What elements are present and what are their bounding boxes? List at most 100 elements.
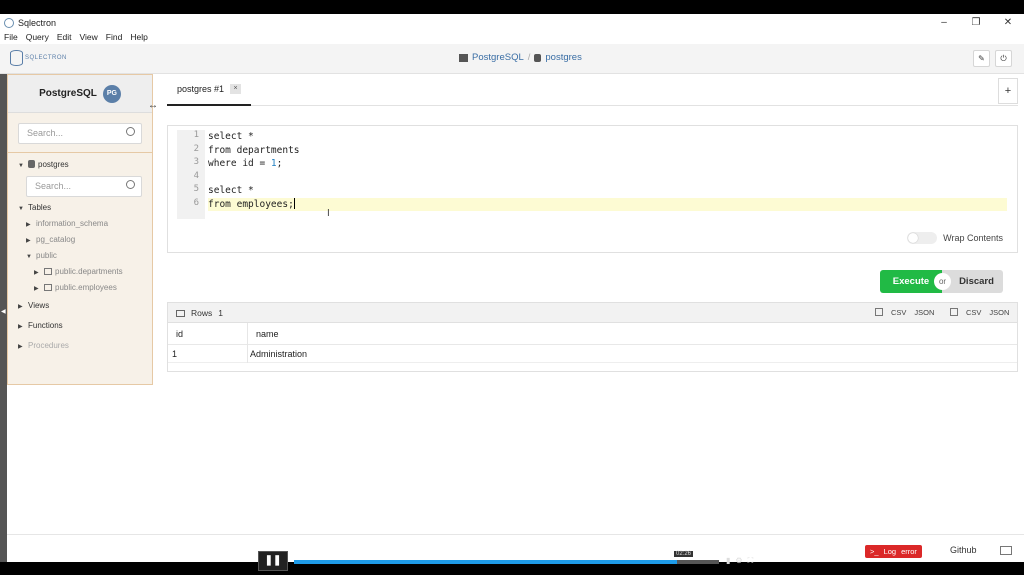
tree-item-table[interactable]: ▶ public.employees bbox=[8, 280, 152, 296]
search-icon bbox=[126, 180, 135, 189]
execute-button[interactable]: Execute bbox=[880, 270, 942, 293]
minimize-button[interactable]: – bbox=[928, 14, 960, 31]
power-icon: ⏻ bbox=[1000, 54, 1007, 63]
settings-icon[interactable]: ⚙ bbox=[735, 556, 742, 566]
discard-button[interactable]: Discard bbox=[942, 270, 1003, 293]
breadcrumb-database[interactable]: postgres bbox=[545, 52, 581, 63]
database-tree: ▼ postgres Search... ▼ Tables ▶ information… bbox=[8, 152, 152, 354]
cell-name[interactable]: Administration bbox=[248, 345, 1019, 363]
tab-query[interactable]: postgres #1 × bbox=[167, 74, 252, 106]
line-number: 3 bbox=[177, 157, 205, 171]
code-line: from departments bbox=[208, 144, 300, 156]
tab-label: postgres #1 bbox=[177, 84, 225, 94]
sidebar-search-input[interactable]: Search... bbox=[18, 123, 142, 144]
menu-file[interactable]: File bbox=[0, 31, 22, 44]
video-time: 02:26 bbox=[674, 551, 694, 557]
video-progress-bar[interactable] bbox=[294, 560, 719, 564]
line-number: 1 bbox=[177, 130, 205, 144]
tree-item-schema[interactable]: ▶ pg_catalog bbox=[8, 232, 152, 248]
video-player-controls: ❚❚ 02:26 ▮ ⚙ ⛶ bbox=[254, 551, 768, 571]
tree-item-functions[interactable]: ▶ Functions bbox=[8, 318, 152, 334]
menu-edit[interactable]: Edit bbox=[53, 31, 76, 44]
sidebar-toggle-strip[interactable]: ◀ bbox=[0, 74, 7, 562]
database-search-input[interactable]: Search... bbox=[26, 176, 142, 197]
caret-down-icon: ▼ bbox=[26, 254, 32, 260]
plug-icon: ✎ bbox=[978, 54, 985, 63]
caret-right-icon: ▶ bbox=[26, 222, 31, 228]
code-line: select * bbox=[208, 185, 254, 196]
caret-down-icon: ▼ bbox=[18, 163, 24, 169]
pause-button[interactable]: ❚❚ bbox=[258, 551, 288, 571]
tree-item-table[interactable]: ▶ public.departments bbox=[8, 264, 152, 280]
caret-right-icon: ▶ bbox=[26, 238, 31, 244]
power-button[interactable]: ⏻ bbox=[995, 50, 1012, 67]
results-grid-header: id name bbox=[168, 323, 1017, 345]
save-icon[interactable] bbox=[950, 308, 958, 316]
rows-icon bbox=[176, 309, 185, 317]
maximize-button[interactable]: ❐ bbox=[960, 14, 992, 31]
query-actions: Execute Discard or bbox=[880, 270, 1003, 293]
menu-view[interactable]: View bbox=[76, 31, 102, 44]
fullscreen-icon[interactable]: ⛶ bbox=[748, 556, 754, 566]
results-header: Rows 1 CSV JSON CSV JSON bbox=[168, 303, 1017, 323]
copy-json-button[interactable]: JSON bbox=[914, 308, 934, 317]
save-csv-button[interactable]: CSV bbox=[966, 308, 981, 317]
code-area[interactable]: select * from departments where id = 1; … bbox=[208, 130, 1007, 211]
caret-right-icon: ▶ bbox=[18, 304, 23, 310]
code-line: select * bbox=[208, 131, 254, 142]
menu-query[interactable]: Query bbox=[22, 31, 53, 44]
expand-left-icon: ◀ bbox=[1, 309, 6, 315]
code-line: where id = 1; bbox=[208, 158, 283, 169]
column-header-id[interactable]: id bbox=[168, 323, 248, 345]
github-link[interactable]: Github bbox=[950, 545, 977, 555]
window-controls: – ❐ ✕ bbox=[928, 14, 1024, 31]
column-header-name[interactable]: name bbox=[248, 323, 1019, 345]
table-icon bbox=[44, 284, 52, 291]
close-button[interactable]: ✕ bbox=[992, 14, 1024, 31]
line-number: 5 bbox=[177, 184, 205, 198]
close-tab-icon[interactable]: × bbox=[230, 84, 242, 94]
app-header: SQLECTRON PostgreSQL / postgres ✎ ⏻ bbox=[0, 44, 1024, 74]
log-button[interactable]: >_ Log error bbox=[865, 545, 922, 558]
sidebar-resize-handle[interactable]: ↔ bbox=[148, 100, 158, 111]
tree-item-views[interactable]: ▶ Views bbox=[8, 298, 152, 314]
table-row: 1 Administration bbox=[168, 345, 1017, 363]
line-number: 4 bbox=[177, 170, 205, 184]
add-tab-button[interactable]: + bbox=[998, 78, 1018, 104]
save-export-group: CSV JSON bbox=[950, 308, 1009, 317]
tree-item-database[interactable]: ▼ postgres bbox=[8, 157, 152, 173]
app-window: Sqlectron – ❐ ✕ File Query Edit View Fin… bbox=[0, 14, 1024, 562]
volume-icon[interactable]: ▮ bbox=[726, 556, 730, 566]
cell-id[interactable]: 1 bbox=[168, 345, 248, 363]
caret-down-icon: ▼ bbox=[18, 206, 24, 212]
wrap-contents-toggle[interactable]: Wrap Contents bbox=[907, 232, 1003, 244]
tree-item-schema[interactable]: ▼ public bbox=[8, 248, 152, 264]
tree-item-tables[interactable]: ▼ Tables bbox=[8, 200, 152, 216]
menu-find[interactable]: Find bbox=[102, 31, 127, 44]
query-tabs: postgres #1 × + bbox=[167, 74, 1018, 106]
window-title: Sqlectron bbox=[18, 17, 57, 28]
database-icon bbox=[534, 53, 542, 62]
results-panel: Rows 1 CSV JSON CSV JSON id name 1 Admin… bbox=[167, 302, 1018, 372]
terminal-icon: >_ bbox=[870, 547, 879, 556]
caret-right-icon: ▶ bbox=[18, 344, 23, 350]
keyboard-icon[interactable] bbox=[1000, 546, 1012, 555]
sql-editor[interactable]: 1 2 3 4 5 6 select * from departments wh… bbox=[167, 125, 1018, 253]
line-number-gutter: 1 2 3 4 5 6 bbox=[177, 130, 205, 219]
breadcrumb-server[interactable]: PostgreSQL bbox=[472, 52, 524, 63]
tree-item-procedures[interactable]: ▶ Procedures bbox=[8, 338, 152, 354]
toggle-switch[interactable] bbox=[907, 232, 938, 244]
copy-icon[interactable] bbox=[875, 308, 883, 316]
player-icons: ▮ ⚙ ⛶ bbox=[726, 556, 753, 566]
or-separator: or bbox=[934, 273, 951, 290]
tree-item-schema[interactable]: ▶ information_schema bbox=[8, 216, 152, 232]
save-json-button[interactable]: JSON bbox=[989, 308, 1009, 317]
menu-help[interactable]: Help bbox=[126, 31, 151, 44]
plug-button[interactable]: ✎ bbox=[973, 50, 990, 67]
title-bar: Sqlectron – ❐ ✕ bbox=[0, 14, 1024, 31]
copy-csv-button[interactable]: CSV bbox=[891, 308, 906, 317]
pause-icon: ❚❚ bbox=[264, 555, 282, 566]
app-icon bbox=[4, 17, 14, 28]
caret-right-icon: ▶ bbox=[34, 270, 39, 276]
